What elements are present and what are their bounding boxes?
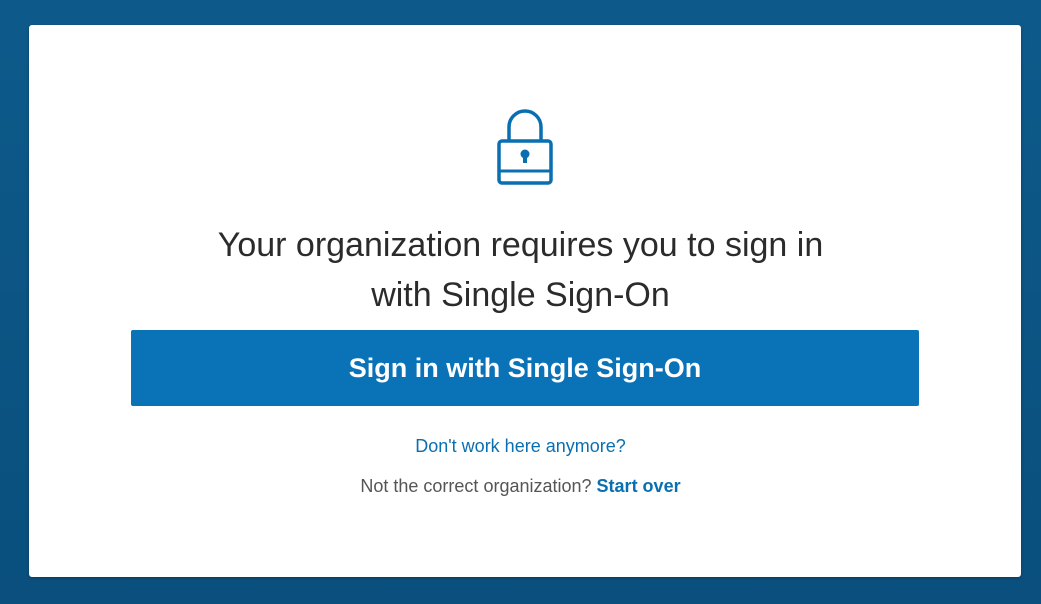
dont-work-here-link[interactable]: Don't work here anymore? — [0, 436, 1041, 457]
page-title-line-1: Your organization requires you to sign i… — [217, 226, 824, 264]
sign-in-sso-button[interactable]: Sign in with Single Sign-On — [131, 330, 919, 406]
page-title-line-2: with Single Sign-On — [371, 276, 670, 314]
start-over-link[interactable]: Start over — [597, 476, 681, 496]
lock-icon — [497, 109, 553, 185]
page-title: Your organization requires you to sign i… — [0, 220, 1041, 320]
wrong-organization-line: Not the correct organization? Start over — [0, 476, 1041, 497]
wrong-organization-prompt: Not the correct organization? — [360, 476, 592, 496]
